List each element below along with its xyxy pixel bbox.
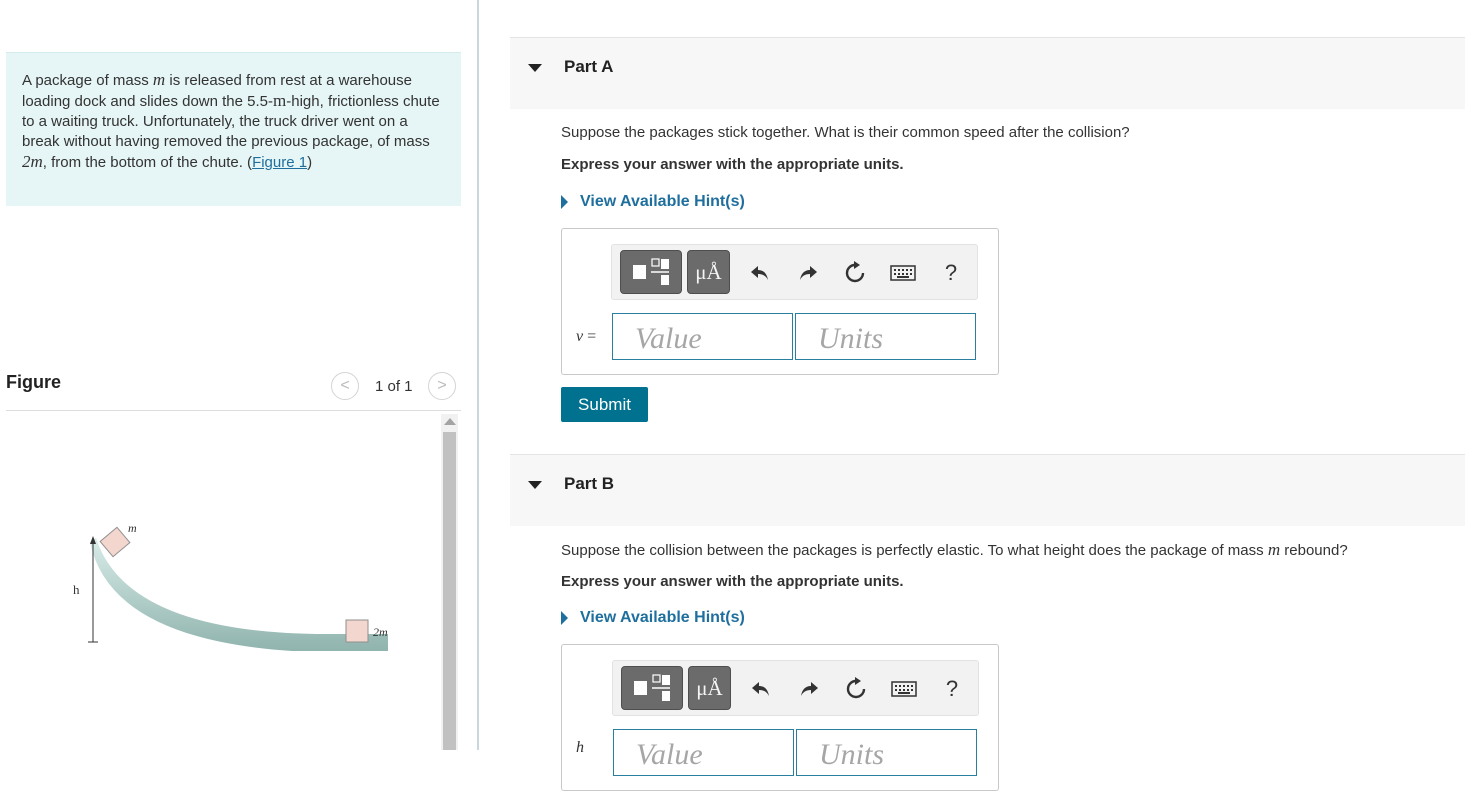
- figure-link[interactable]: Figure 1: [252, 154, 307, 171]
- package-2m-label: 2m: [373, 625, 388, 639]
- height-label: h: [73, 582, 80, 597]
- units-button[interactable]: μÅ: [688, 666, 731, 710]
- keyboard-icon[interactable]: [888, 258, 918, 288]
- scrollbar-thumb[interactable]: [443, 432, 456, 750]
- value-input[interactable]: [613, 729, 794, 776]
- redo-icon[interactable]: [793, 258, 823, 288]
- chute-diagram: h m 2m: [73, 521, 388, 651]
- redo-icon[interactable]: [794, 674, 824, 704]
- templates-icon: [634, 674, 670, 701]
- figure-title: Figure: [6, 372, 62, 392]
- units-icon: μÅ: [695, 259, 722, 284]
- chevron-left-icon: <: [340, 377, 350, 394]
- part-a-question: Suppose the packages stick together. Wha…: [561, 124, 1130, 141]
- problem-panel: A package of mass m is released from res…: [0, 0, 478, 750]
- part-b-title: Part B: [564, 474, 615, 493]
- caret-right-icon: [561, 611, 568, 625]
- mass-symbol: m: [152, 70, 166, 89]
- part-a-instruction: Express your answer with the appropriate…: [561, 156, 904, 173]
- keyboard-icon[interactable]: [889, 674, 919, 704]
- figure-counter: 1 of 1: [375, 378, 413, 395]
- next-figure-button[interactable]: >: [428, 372, 456, 400]
- part-b-header[interactable]: Part B: [510, 454, 1465, 526]
- reset-icon[interactable]: [841, 674, 871, 704]
- value-input[interactable]: [612, 313, 793, 360]
- help-icon[interactable]: ?: [936, 258, 966, 288]
- package-m: [99, 526, 131, 558]
- part-a-hint-toggle[interactable]: View Available Hint(s): [561, 193, 745, 211]
- package-m-label: m: [128, 521, 137, 535]
- math-toolbar: μÅ ?: [612, 660, 979, 716]
- variable-label: v =: [576, 328, 597, 345]
- part-b-hint-toggle[interactable]: View Available Hint(s): [561, 609, 745, 627]
- caret-down-icon: [528, 481, 542, 489]
- templates-button[interactable]: [621, 666, 683, 710]
- caret-right-icon: [561, 195, 568, 209]
- undo-icon[interactable]: [745, 258, 775, 288]
- unit-symbol: m: [273, 91, 287, 110]
- part-a-answer-box: μÅ ? v =: [561, 228, 999, 375]
- problem-statement: A package of mass m is released from res…: [6, 52, 461, 206]
- caret-down-icon: [528, 64, 542, 72]
- units-button[interactable]: μÅ: [687, 250, 730, 294]
- templates-button[interactable]: [620, 250, 682, 294]
- prev-figure-button[interactable]: <: [331, 372, 359, 400]
- part-a-title: Part A: [564, 57, 614, 76]
- mass-symbol: m: [1267, 540, 1281, 559]
- variable-label: h: [576, 739, 584, 756]
- part-a-header[interactable]: Part A: [510, 37, 1465, 109]
- undo-icon[interactable]: [746, 674, 776, 704]
- part-b-instruction: Express your answer with the appropriate…: [561, 573, 904, 590]
- units-input[interactable]: [796, 729, 977, 776]
- scroll-up-arrow-icon[interactable]: [444, 418, 456, 425]
- submit-button[interactable]: Submit: [561, 387, 648, 422]
- templates-icon: [633, 258, 669, 285]
- chevron-right-icon: >: [437, 377, 447, 394]
- math-toolbar: μÅ ?: [611, 244, 978, 300]
- mass2-symbol: 2m: [22, 152, 43, 171]
- help-icon[interactable]: ?: [937, 674, 967, 704]
- package-2m: [345, 619, 369, 643]
- part-b-answer-box: μÅ ? h: [561, 644, 999, 791]
- column-divider: [477, 0, 479, 750]
- part-b-question: Suppose the collision between the packag…: [561, 540, 1348, 559]
- units-input[interactable]: [795, 313, 976, 360]
- figure-divider: [6, 410, 461, 411]
- units-icon: μÅ: [696, 675, 723, 700]
- chute-ramp: [90, 538, 388, 651]
- reset-icon[interactable]: [840, 258, 870, 288]
